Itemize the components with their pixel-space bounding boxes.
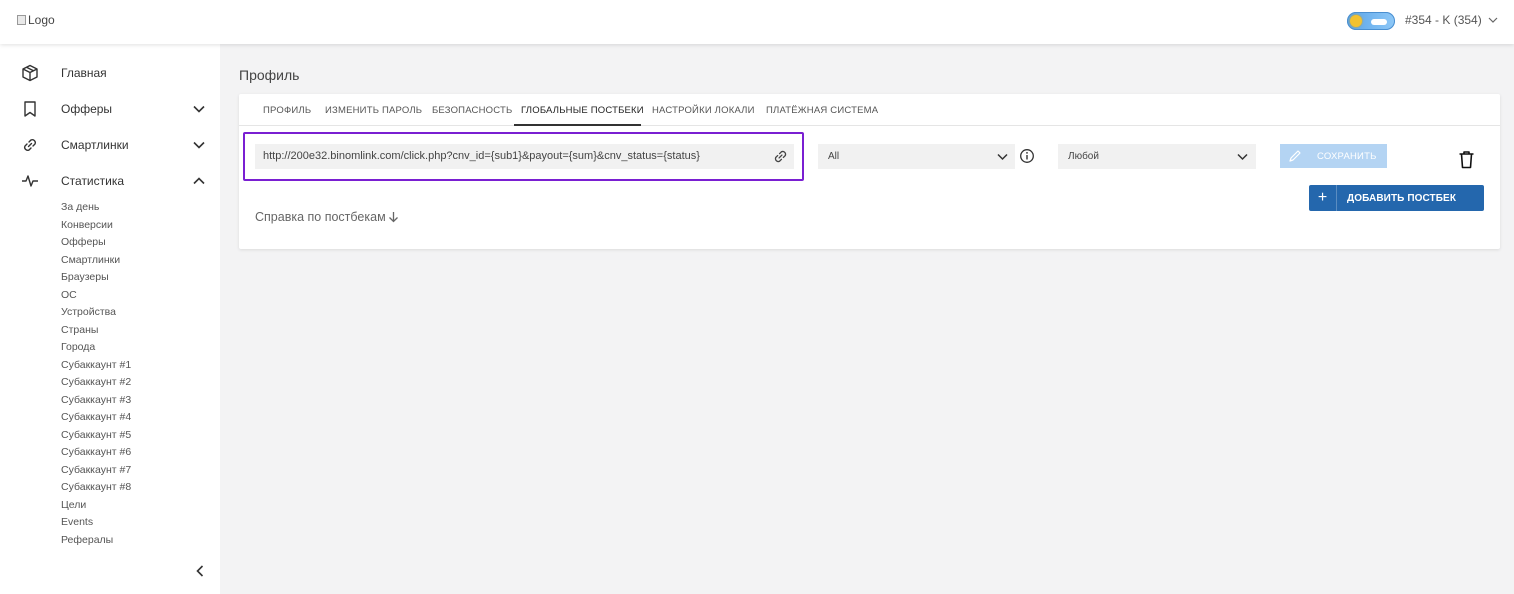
trash-icon[interactable] xyxy=(1458,150,1475,169)
sidebar-subitem-smartlinks[interactable]: Смартлинки xyxy=(61,254,120,266)
tab-global-postbacks[interactable]: ГЛОБАЛЬНЫЕ ПОСТБЕКИ xyxy=(521,105,644,116)
logo[interactable]: Logo xyxy=(17,13,55,27)
add-postback-button[interactable]: + ДОБАВИТЬ ПОСТБЕК xyxy=(1309,185,1484,211)
profile-tabs: ПРОФИЛЬ ИЗМЕНИТЬ ПАРОЛЬ БЕЗОПАСНОСТЬ ГЛО… xyxy=(239,94,1500,126)
bookmark-icon xyxy=(24,101,36,117)
tab-security[interactable]: БЕЗОПАСНОСТЬ xyxy=(432,105,512,116)
sidebar-subitem-os[interactable]: ОС xyxy=(61,289,77,301)
theme-toggle[interactable] xyxy=(1347,12,1395,30)
chevron-down-icon xyxy=(193,141,205,149)
pencil-icon xyxy=(1289,150,1301,162)
sidebar-item-smartlinks[interactable]: Смартлинки xyxy=(0,128,220,162)
sidebar-item-statistics[interactable]: Статистика xyxy=(0,164,220,198)
chevron-down-icon xyxy=(1488,17,1498,23)
sidebar-subitem-subaccount-8[interactable]: Субаккаунт #8 xyxy=(61,481,131,493)
logo-alt-text: Logo xyxy=(28,13,55,27)
sidebar-subitem-subaccount-2[interactable]: Субаккаунт #2 xyxy=(61,376,131,388)
postback-help-link[interactable]: Справка по постбекам xyxy=(255,210,399,224)
tab-profile[interactable]: ПРОФИЛЬ xyxy=(263,105,311,116)
sidebar-subitem-subaccount-6[interactable]: Субаккаунт #6 xyxy=(61,446,131,458)
sidebar-subitem-subaccount-3[interactable]: Субаккаунт #3 xyxy=(61,394,131,406)
url-highlight-frame xyxy=(243,132,804,181)
page-title: Профиль xyxy=(239,67,300,83)
arrow-down-icon xyxy=(388,212,398,223)
sidebar-item-label: Смартлинки xyxy=(61,138,129,152)
sidebar-subitem-referrals[interactable]: Рефералы xyxy=(61,534,113,546)
sidebar-subitem-subaccount-5[interactable]: Субаккаунт #5 xyxy=(61,429,131,441)
sidebar-item-label: Статистика xyxy=(61,174,125,188)
status-select-value: Любой xyxy=(1068,151,1099,162)
cube-icon xyxy=(22,64,38,82)
sidebar-subitem-subaccount-7[interactable]: Субаккаунт #7 xyxy=(61,464,131,476)
sidebar-subitem-browsers[interactable]: Браузеры xyxy=(61,271,109,283)
sidebar-subitem-cities[interactable]: Города xyxy=(61,341,95,353)
tab-locale-settings[interactable]: НАСТРОЙКИ ЛОКАЛИ xyxy=(652,105,755,116)
sidebar-subitem-events[interactable]: Events xyxy=(61,516,93,528)
sun-icon xyxy=(1350,15,1362,27)
account-label: #354 - K (354) xyxy=(1405,13,1482,27)
chevron-down-icon xyxy=(1237,153,1248,161)
broken-image-icon xyxy=(17,15,26,25)
chevron-up-icon xyxy=(193,177,205,185)
sidebar-item-home[interactable]: Главная xyxy=(0,56,220,90)
sidebar-subitem-countries[interactable]: Страны xyxy=(61,324,98,336)
status-select[interactable]: Любой xyxy=(1058,144,1256,169)
sidebar-subitem-devices[interactable]: Устройства xyxy=(61,306,116,318)
sidebar: Главная Офферы Смартлинки Статистика За … xyxy=(0,44,220,594)
cloud-icon xyxy=(1371,19,1387,25)
sidebar-subitem-conversions[interactable]: Конверсии xyxy=(61,219,113,231)
offer-select-value: All xyxy=(828,151,840,162)
sidebar-subitem-subaccount-1[interactable]: Субаккаунт #1 xyxy=(61,359,131,371)
sidebar-item-label: Офферы xyxy=(61,102,113,116)
sidebar-item-label: Главная xyxy=(61,66,107,80)
active-tab-indicator xyxy=(514,124,641,126)
add-postback-label: ДОБАВИТЬ ПОСТБЕК xyxy=(1347,193,1457,204)
link-icon xyxy=(24,139,36,151)
sidebar-item-offers[interactable]: Офферы xyxy=(0,92,220,126)
chevron-down-icon xyxy=(193,105,205,113)
tab-payment-system[interactable]: ПЛАТЁЖНАЯ СИСТЕМА xyxy=(766,105,878,116)
top-header: Logo #354 - K (354) xyxy=(0,0,1514,44)
sidebar-subitem-goals[interactable]: Цели xyxy=(61,499,86,511)
chevron-left-icon[interactable] xyxy=(193,564,207,578)
help-link-label: Справка по постбекам xyxy=(255,210,386,224)
plus-icon: + xyxy=(1309,185,1337,211)
info-icon[interactable] xyxy=(1019,148,1035,164)
account-menu[interactable]: #354 - K (354) xyxy=(1405,13,1498,27)
postbacks-card: ПРОФИЛЬ ИЗМЕНИТЬ ПАРОЛЬ БЕЗОПАСНОСТЬ ГЛО… xyxy=(239,94,1500,249)
save-button[interactable]: СОХРАНИТЬ xyxy=(1280,144,1387,168)
pulse-icon xyxy=(22,175,38,187)
save-button-label: СОХРАНИТЬ xyxy=(1317,151,1377,162)
chevron-down-icon xyxy=(997,153,1008,161)
offer-select[interactable]: All xyxy=(818,144,1015,169)
sidebar-subitem-subaccount-4[interactable]: Субаккаунт #4 xyxy=(61,411,131,423)
sidebar-subitem-offers[interactable]: Офферы xyxy=(61,236,106,248)
tab-change-password[interactable]: ИЗМЕНИТЬ ПАРОЛЬ xyxy=(325,105,422,116)
sidebar-subitem-by-day[interactable]: За день xyxy=(61,201,99,213)
